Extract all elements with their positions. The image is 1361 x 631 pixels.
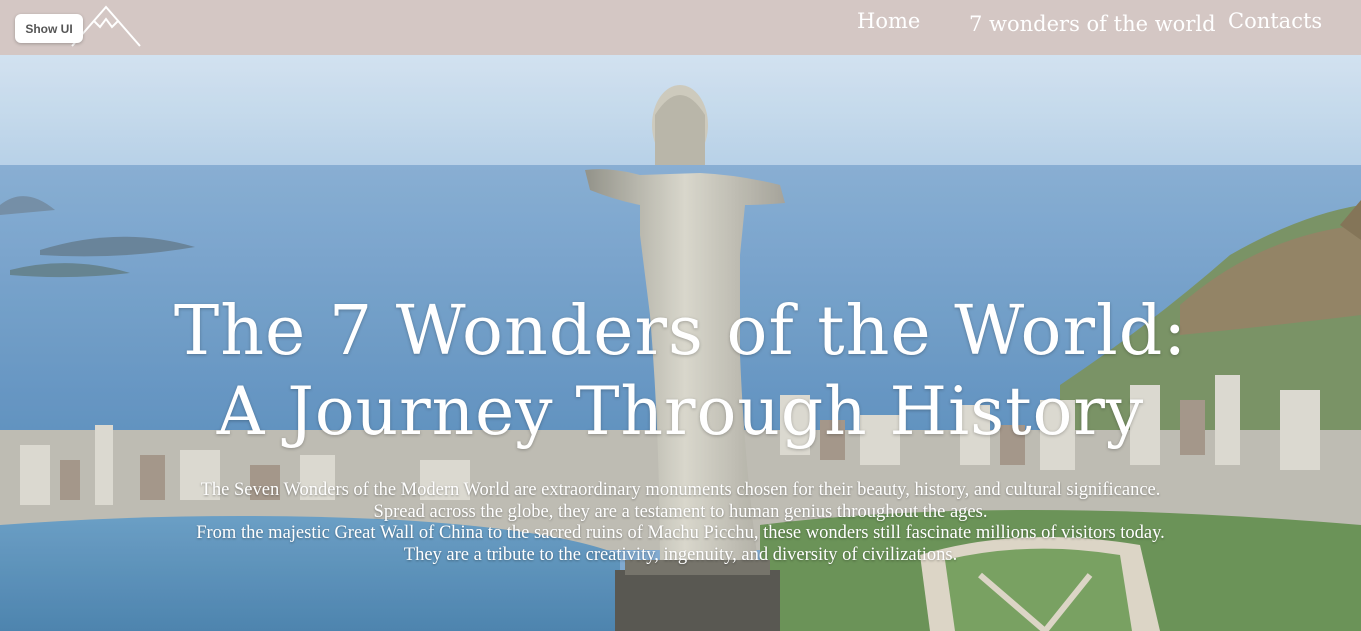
hero-paragraph-line: From the majestic Great Wall of China to… <box>196 523 1165 543</box>
hero-title-line-2: A Journey Through History <box>216 373 1145 450</box>
hero-paragraph-line: Spread across the globe, they are a test… <box>373 501 988 522</box>
nav-home-link[interactable]: Home <box>857 9 920 33</box>
hero-paragraph: The Seven Wonders of the Modern World ar… <box>0 480 1361 566</box>
hero-title-line-1: The 7 Wonders of the World: <box>173 292 1188 371</box>
show-ui-button[interactable]: Show UI <box>15 14 83 43</box>
hero-paragraph-line: The Seven Wonders of the Modern World ar… <box>200 480 1161 500</box>
hero-section: The 7 Wonders of the World: A Journey Th… <box>0 55 1361 631</box>
nav-wonders-link[interactable]: 7 wonders of the world <box>969 12 1216 36</box>
hero-paragraph-line: They are a tribute to the creativity, in… <box>403 544 958 565</box>
nav-contacts-link[interactable]: Contacts <box>1228 9 1322 33</box>
site-header: Show UI Home 7 wonders of the world Cont… <box>0 0 1361 55</box>
